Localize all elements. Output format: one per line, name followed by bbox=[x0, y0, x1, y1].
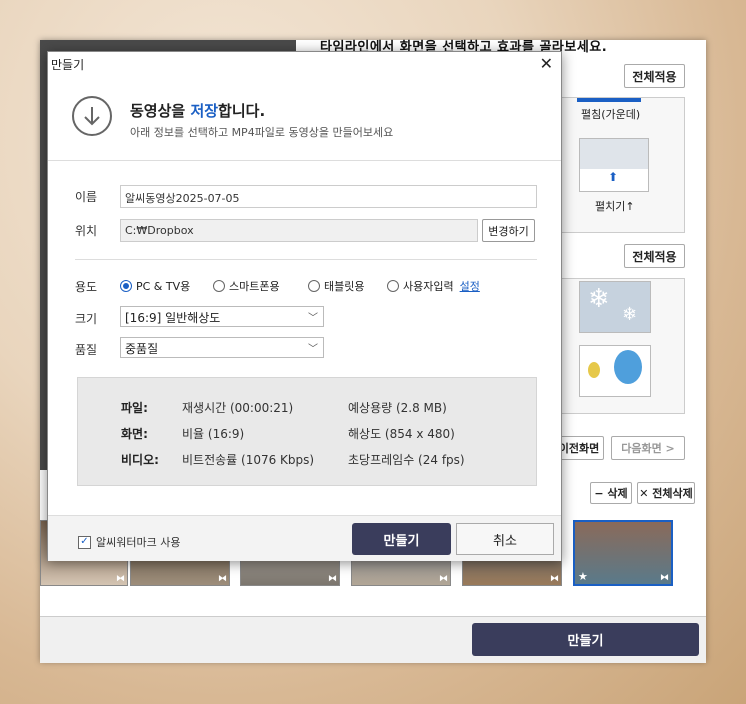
location-field: C:₩Dropbox bbox=[120, 219, 478, 242]
frame-icon: ⧓ bbox=[218, 574, 227, 584]
purpose-radio-smartphone[interactable]: 스마트폰용 bbox=[213, 278, 280, 294]
info-file-key: 파일: bbox=[121, 401, 148, 415]
transition-label-1: 펼침(가운데) bbox=[581, 108, 641, 121]
make-video-dialog: 만들기 ✕ 동영상을 저장합니다. 아래 정보를 선택하고 MP4파일로 동영상… bbox=[47, 51, 562, 561]
purpose-radio-custom[interactable]: 사용자입력 설정 bbox=[387, 278, 480, 294]
purpose-label: 용도 bbox=[75, 280, 98, 294]
info-bitrate: 비트전송률 (1076 Kbps) bbox=[182, 453, 315, 467]
bottom-bar: 만들기 bbox=[40, 616, 706, 663]
settings-link[interactable]: 설정 bbox=[460, 278, 480, 294]
arrow-up-icon: ⬆ bbox=[608, 170, 619, 184]
transition-panel: 펼침(가운데) ⬆ 펼치기↑ bbox=[560, 97, 685, 233]
name-field[interactable]: 알씨동영상2025-07-05 bbox=[120, 185, 537, 208]
snowflake-icon: ❄ bbox=[588, 284, 610, 314]
purpose-radio-tablet[interactable]: 태블릿용 bbox=[308, 278, 364, 294]
frame-icon: ⧓ bbox=[660, 573, 669, 583]
info-ratio: 비율 (16:9) bbox=[182, 427, 245, 441]
dialog-subtitle: 아래 정보를 선택하고 MP4파일로 동영상을 만들어보세요 bbox=[130, 126, 394, 139]
change-location-button[interactable]: 변경하기 bbox=[482, 219, 535, 242]
video-info-box: 파일: 재생시간 (00:00:21) 예상용량 (2.8 MB) 화면: 비율… bbox=[77, 377, 537, 486]
frame-icon: ⧓ bbox=[116, 574, 125, 584]
size-label: 크기 bbox=[75, 312, 98, 326]
divider bbox=[75, 259, 537, 260]
info-size: 예상용량 (2.8 MB) bbox=[348, 401, 447, 415]
apply-all-button-2[interactable]: 전체적용 bbox=[624, 244, 685, 268]
frame-icon: ⧓ bbox=[439, 574, 448, 584]
frame-icon: ⧓ bbox=[328, 574, 337, 584]
delete-all-button[interactable]: ✕ 전체삭제 bbox=[637, 482, 695, 504]
name-label: 이름 bbox=[75, 190, 98, 204]
transition-label-2: 펼치기↑ bbox=[595, 200, 635, 213]
dialog-title: 만들기 bbox=[51, 58, 85, 72]
quality-label: 품질 bbox=[75, 343, 98, 357]
chevron-down-icon: ﹀ bbox=[308, 344, 318, 355]
transition-thumb[interactable]: ⬆ bbox=[579, 138, 649, 192]
main-make-button[interactable]: 만들기 bbox=[472, 623, 699, 656]
next-screen-button[interactable]: 다음화면 > bbox=[611, 436, 685, 460]
dialog-footer: ✓ 알씨워터마크 사용 만들기 취소 bbox=[48, 515, 561, 561]
snowflake-icon: ❄ bbox=[622, 304, 638, 325]
effect-panel: ❄ ❄ bbox=[560, 278, 685, 414]
star-icon: ★ bbox=[578, 570, 588, 583]
purpose-radio-pc-tv[interactable]: PC & TV용 bbox=[120, 278, 190, 294]
timeline-thumb-selected[interactable]: ★ ⧓ bbox=[573, 520, 673, 586]
location-label: 위치 bbox=[75, 224, 98, 238]
apply-all-button-1[interactable]: 전체적용 bbox=[624, 64, 685, 88]
size-select[interactable]: [16:9] 일반해상도 ﹀ bbox=[120, 306, 324, 327]
watermark-checkbox[interactable]: ✓ bbox=[78, 536, 91, 549]
dialog-heading: 동영상을 저장합니다. bbox=[130, 102, 266, 120]
info-duration: 재생시간 (00:00:21) bbox=[182, 401, 294, 415]
close-icon[interactable]: ✕ bbox=[540, 54, 553, 73]
info-resolution: 해상도 (854 x 480) bbox=[348, 427, 455, 441]
balloon-icon bbox=[614, 350, 642, 384]
balloon-effect-thumb[interactable] bbox=[579, 345, 651, 397]
dialog-header: 동영상을 저장합니다. 아래 정보를 선택하고 MP4파일로 동영상을 만들어보… bbox=[48, 76, 561, 161]
make-button[interactable]: 만들기 bbox=[352, 523, 451, 555]
watermark-label: 알씨워터마크 사용 bbox=[96, 536, 181, 549]
info-fps: 초당프레임수 (24 fps) bbox=[348, 453, 465, 467]
info-video-key: 비디오: bbox=[121, 453, 159, 467]
frame-icon: ⧓ bbox=[550, 574, 559, 584]
chevron-down-icon: ﹀ bbox=[308, 313, 318, 324]
delete-button[interactable]: − 삭제 bbox=[590, 482, 632, 504]
snowflake-effect-thumb[interactable]: ❄ ❄ bbox=[579, 281, 651, 333]
quality-select[interactable]: 중품질 ﹀ bbox=[120, 337, 324, 358]
dialog-titlebar: 만들기 ✕ bbox=[48, 52, 561, 76]
info-screen-key: 화면: bbox=[121, 427, 148, 441]
cancel-button[interactable]: 취소 bbox=[456, 523, 554, 555]
download-icon bbox=[72, 96, 112, 136]
balloon-icon bbox=[588, 362, 600, 378]
